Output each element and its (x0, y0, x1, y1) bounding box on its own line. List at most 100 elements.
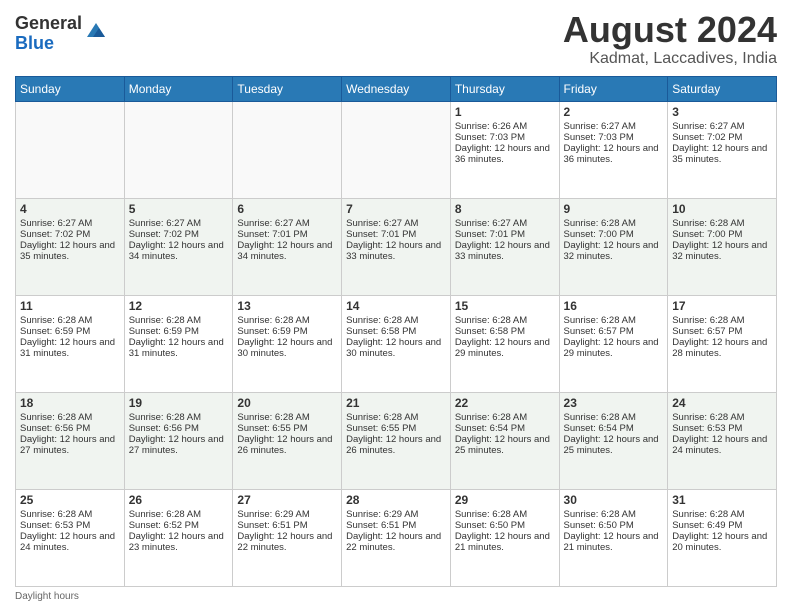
date-number: 12 (129, 299, 229, 313)
week-row: 1Sunrise: 6:26 AMSunset: 7:03 PMDaylight… (16, 101, 777, 198)
sunset-text: Sunset: 6:51 PM (346, 520, 446, 531)
day-cell: 12Sunrise: 6:28 AMSunset: 6:59 PMDayligh… (124, 295, 233, 392)
day-cell: 8Sunrise: 6:27 AMSunset: 7:01 PMDaylight… (450, 198, 559, 295)
sunrise-text: Sunrise: 6:28 AM (455, 509, 555, 520)
sunset-text: Sunset: 6:49 PM (672, 520, 772, 531)
day-cell: 28Sunrise: 6:29 AMSunset: 6:51 PMDayligh… (342, 489, 451, 586)
day-cell: 20Sunrise: 6:28 AMSunset: 6:55 PMDayligh… (233, 392, 342, 489)
sunrise-text: Sunrise: 6:28 AM (672, 509, 772, 520)
week-row: 25Sunrise: 6:28 AMSunset: 6:53 PMDayligh… (16, 489, 777, 586)
day-cell: 1 Sunrise: 6:26 AMSunset: 7:03 PMDaylight… (450, 101, 559, 198)
day-cell: 18Sunrise: 6:28 AMSunset: 6:56 PMDayligh… (16, 392, 125, 489)
day-cell: 16Sunrise: 6:28 AMSunset: 6:57 PMDayligh… (559, 295, 668, 392)
sunset-text: Sunset: 7:03 PM (455, 132, 555, 143)
logo-general: General (15, 13, 82, 33)
sunset-text: Sunset: 6:59 PM (237, 326, 337, 337)
date-number: 7 (346, 202, 446, 216)
sunset-text: Sunset: 6:58 PM (455, 326, 555, 337)
col-sunday: Sunday (16, 76, 125, 101)
week-row: 4Sunrise: 6:27 AMSunset: 7:02 PMDaylight… (16, 198, 777, 295)
sunrise-text: Sunrise: 6:28 AM (20, 509, 120, 520)
day-cell: 17Sunrise: 6:28 AMSunset: 6:57 PMDayligh… (668, 295, 777, 392)
day-cell (342, 101, 451, 198)
day-cell: 19Sunrise: 6:28 AMSunset: 6:56 PMDayligh… (124, 392, 233, 489)
sunrise-text: Sunrise: 6:28 AM (564, 412, 664, 423)
sunset-text: Sunset: 6:57 PM (672, 326, 772, 337)
daylight-text: Daylight: 12 hours and 24 minutes. (20, 531, 120, 553)
title-block: August 2024 Kadmat, Laccadives, India (563, 10, 777, 68)
day-cell (233, 101, 342, 198)
sunset-text: Sunset: 6:51 PM (237, 520, 337, 531)
header-row: Sunday Monday Tuesday Wednesday Thursday… (16, 76, 777, 101)
day-cell: 11Sunrise: 6:28 AMSunset: 6:59 PMDayligh… (16, 295, 125, 392)
sunset-text: Sunset: 6:59 PM (129, 326, 229, 337)
daylight-text: Daylight: 12 hours and 23 minutes. (129, 531, 229, 553)
sunrise-text: Sunrise: 6:28 AM (455, 315, 555, 326)
date-number: 1 (455, 105, 555, 119)
date-number: 29 (455, 493, 555, 507)
day-cell: 22Sunrise: 6:28 AMSunset: 6:54 PMDayligh… (450, 392, 559, 489)
sunrise-text: Sunrise: 6:28 AM (129, 509, 229, 520)
calendar-header: Sunday Monday Tuesday Wednesday Thursday… (16, 76, 777, 101)
daylight-text: Daylight: 12 hours and 33 minutes. (346, 240, 446, 262)
daylight-text: Daylight: 12 hours and 36 minutes. (564, 143, 664, 165)
day-cell: 4Sunrise: 6:27 AMSunset: 7:02 PMDaylight… (16, 198, 125, 295)
sunrise-text: Sunrise: 6:27 AM (455, 218, 555, 229)
date-number: 11 (20, 299, 120, 313)
daylight-text: Daylight: 12 hours and 35 minutes. (672, 143, 772, 165)
sunset-text: Sunset: 7:01 PM (237, 229, 337, 240)
sunset-text: Sunset: 7:02 PM (672, 132, 772, 143)
logo-blue: Blue (15, 33, 54, 53)
day-cell: 25Sunrise: 6:28 AMSunset: 6:53 PMDayligh… (16, 489, 125, 586)
daylight-text: Daylight: 12 hours and 35 minutes. (20, 240, 120, 262)
daylight-text: Daylight: 12 hours and 26 minutes. (237, 434, 337, 456)
date-number: 30 (564, 493, 664, 507)
daylight-text: Daylight: 12 hours and 29 minutes. (455, 337, 555, 359)
daylight-text: Daylight: 12 hours and 26 minutes. (346, 434, 446, 456)
day-cell: 27Sunrise: 6:29 AMSunset: 6:51 PMDayligh… (233, 489, 342, 586)
date-number: 21 (346, 396, 446, 410)
date-number: 19 (129, 396, 229, 410)
week-row: 11Sunrise: 6:28 AMSunset: 6:59 PMDayligh… (16, 295, 777, 392)
day-cell: 6Sunrise: 6:27 AMSunset: 7:01 PMDaylight… (233, 198, 342, 295)
date-number: 22 (455, 396, 555, 410)
date-number: 9 (564, 202, 664, 216)
sunrise-text: Sunrise: 6:28 AM (346, 315, 446, 326)
sunset-text: Sunset: 7:01 PM (346, 229, 446, 240)
sunset-text: Sunset: 6:53 PM (672, 423, 772, 434)
daylight-text: Daylight: 12 hours and 36 minutes. (455, 143, 555, 165)
sunset-text: Sunset: 6:54 PM (564, 423, 664, 434)
sunset-text: Sunset: 6:52 PM (129, 520, 229, 531)
date-number: 17 (672, 299, 772, 313)
date-number: 20 (237, 396, 337, 410)
header: General Blue August 2024 Kadmat, Laccadi… (15, 10, 777, 68)
sunrise-text: Sunrise: 6:28 AM (129, 412, 229, 423)
sunset-text: Sunset: 6:50 PM (455, 520, 555, 531)
sunrise-text: Sunrise: 6:28 AM (20, 315, 120, 326)
sunset-text: Sunset: 6:56 PM (20, 423, 120, 434)
sunrise-text: Sunrise: 6:28 AM (129, 315, 229, 326)
sunrise-text: Sunrise: 6:28 AM (564, 218, 664, 229)
daylight-text: Daylight: 12 hours and 21 minutes. (564, 531, 664, 553)
logo-icon (85, 19, 107, 41)
date-number: 23 (564, 396, 664, 410)
main-title: August 2024 (563, 10, 777, 50)
day-cell: 2Sunrise: 6:27 AMSunset: 7:03 PMDaylight… (559, 101, 668, 198)
date-number: 31 (672, 493, 772, 507)
daylight-text: Daylight: 12 hours and 25 minutes. (564, 434, 664, 456)
date-number: 26 (129, 493, 229, 507)
day-cell: 23 Sunrise: 6:28 AMSunset: 6:54 PMDayligh… (559, 392, 668, 489)
date-number: 25 (20, 493, 120, 507)
daylight-text: Daylight: 12 hours and 25 minutes. (455, 434, 555, 456)
day-cell (16, 101, 125, 198)
daylight-text: Daylight: 12 hours and 20 minutes. (672, 531, 772, 553)
sunrise-text: Sunrise: 6:28 AM (672, 218, 772, 229)
sunrise-text: Sunrise: 6:28 AM (346, 412, 446, 423)
page: General Blue August 2024 Kadmat, Laccadi… (0, 0, 792, 612)
daylight-text: Daylight: 12 hours and 32 minutes. (564, 240, 664, 262)
sunset-text: Sunset: 6:54 PM (455, 423, 555, 434)
logo: General Blue (15, 14, 107, 54)
day-cell: 10Sunrise: 6:28 AMSunset: 7:00 PMDayligh… (668, 198, 777, 295)
sunrise-text: Sunrise: 6:26 AM (455, 121, 555, 132)
day-cell: 26 Sunrise: 6:28 AMSunset: 6:52 PMDayligh… (124, 489, 233, 586)
